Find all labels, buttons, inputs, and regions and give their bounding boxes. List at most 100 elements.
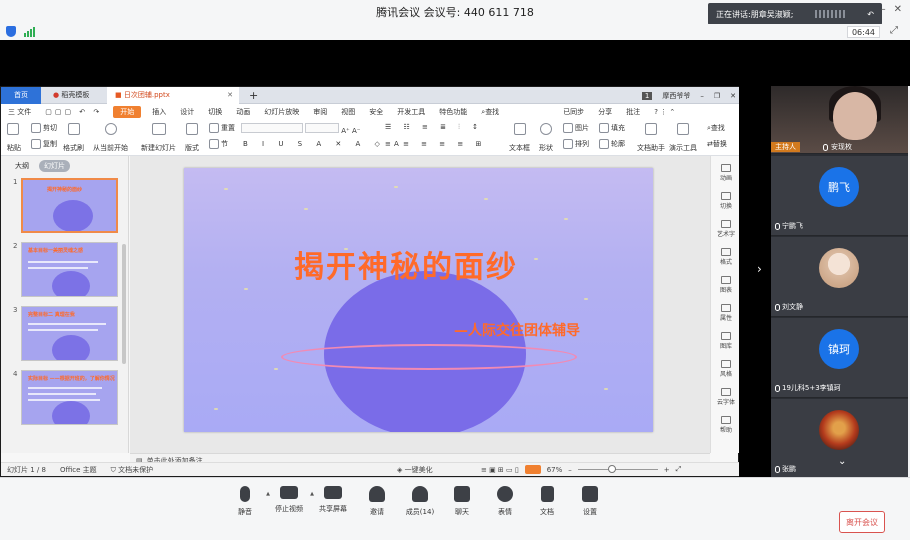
menu-animation[interactable]: 动画 bbox=[229, 104, 257, 120]
minimize-icon[interactable]: – bbox=[881, 4, 886, 15]
protect-status[interactable]: ⛉ 文档未保护 bbox=[111, 465, 153, 475]
menu-search[interactable]: ⌕查找 bbox=[474, 104, 506, 120]
tab-document[interactable]: ■ 日次团辅.pptx ✕ bbox=[107, 87, 239, 104]
tab-daoke[interactable]: ● 稻壳模板 bbox=[45, 87, 105, 104]
outline-button[interactable]: 轮廓 bbox=[599, 139, 625, 149]
font-family-select[interactable]: A⁺ A⁻ bbox=[241, 123, 360, 135]
picture-button[interactable]: 图片 bbox=[563, 123, 589, 133]
settings-button[interactable]: 设置 bbox=[573, 486, 607, 517]
comment-button[interactable]: 批注 bbox=[619, 104, 647, 120]
minimize-icon[interactable]: – bbox=[700, 92, 704, 100]
present-tools-button[interactable]: 演示工具 bbox=[669, 123, 697, 153]
doc-assistant-button[interactable]: 文档助手 bbox=[637, 123, 665, 153]
signal-icon[interactable] bbox=[24, 26, 35, 37]
close-tab-icon[interactable]: ✕ bbox=[227, 87, 233, 104]
current-slide[interactable]: 揭开神秘的面纱 —人际交往团体辅导 bbox=[184, 168, 653, 432]
slide-thumbnail-2[interactable]: 基本目标一美丽灵魂之感 bbox=[21, 242, 118, 297]
invite-button[interactable]: 邀请 bbox=[360, 486, 394, 517]
thumbnail-scrollbar[interactable] bbox=[122, 244, 126, 364]
zoom-slider[interactable] bbox=[577, 465, 658, 473]
play-slideshow-button[interactable] bbox=[524, 465, 541, 474]
copy-button[interactable]: 复制 bbox=[31, 139, 57, 149]
tab-slides[interactable]: 幻灯片 bbox=[39, 160, 70, 172]
view-switcher-icon[interactable]: ≡ ▣ ⊞ ▭ ▯ bbox=[481, 466, 519, 474]
close-icon[interactable]: ✕ bbox=[894, 4, 902, 15]
zoom-level[interactable]: 67% bbox=[547, 466, 563, 474]
menu-file[interactable]: 三 文件 bbox=[1, 104, 38, 120]
participant-tile[interactable]: 鹏飞 宁鹏飞 bbox=[771, 156, 908, 236]
new-tab-button[interactable]: + bbox=[247, 87, 260, 104]
tab-outline[interactable]: 大纲 bbox=[15, 161, 29, 171]
pane-gallery[interactable]: 图库 bbox=[711, 332, 741, 350]
fill-button[interactable]: 填充 bbox=[599, 123, 625, 133]
share-screen-button[interactable]: 共享屏幕 bbox=[316, 486, 350, 514]
members-button[interactable]: 成员(14) bbox=[403, 486, 437, 517]
reset-button[interactable]: 重置 bbox=[209, 123, 235, 133]
font-grow-icon[interactable]: A⁺ A⁻ bbox=[341, 127, 360, 135]
participant-tile[interactable]: 刘文静 bbox=[771, 237, 908, 317]
arrange-button[interactable]: 排列 bbox=[563, 139, 589, 149]
slide-thumbnail-1[interactable]: 揭开神秘的面纱 bbox=[21, 178, 118, 233]
leave-meeting-button[interactable]: 离开会议 bbox=[839, 511, 885, 533]
user-name[interactable]: 摩西爷爷 bbox=[662, 91, 690, 101]
cut-button[interactable]: 剪切 bbox=[31, 123, 57, 133]
menu-review[interactable]: 审阅 bbox=[306, 104, 334, 120]
paste-button[interactable]: 粘贴 bbox=[7, 123, 21, 153]
quick-tools-icon[interactable]: ▢▢▢ ↶ ↷ bbox=[38, 104, 109, 120]
align-tools[interactable]: ≡ ≡ ≡ ≡ ≡ ⊞ bbox=[385, 140, 486, 148]
tab-home[interactable]: 首页 bbox=[1, 87, 41, 104]
slide-thumbnail-3[interactable]: 完整目标二 真理在我 bbox=[21, 306, 118, 361]
layout-button[interactable]: 版式 bbox=[185, 123, 199, 153]
menu-start[interactable]: 开始 bbox=[113, 106, 142, 118]
menu-transition[interactable]: 切换 bbox=[201, 104, 229, 120]
mute-button[interactable]: 静音 bbox=[228, 486, 270, 517]
font-style-tools[interactable]: B I U S A ✕ A ◇ A bbox=[243, 140, 405, 148]
close-icon[interactable]: ✕ bbox=[730, 92, 736, 100]
participant-tile[interactable]: 镇珂 19儿科5+3李镇珂 bbox=[771, 318, 908, 398]
help-icon[interactable]: ? ⋮ ⌃ bbox=[647, 104, 682, 120]
chevron-down-icon[interactable]: ⌄ bbox=[838, 456, 846, 467]
menu-view[interactable]: 视图 bbox=[334, 104, 362, 120]
fit-window-icon[interactable]: ⤢ bbox=[676, 465, 682, 474]
zoom-slider-thumb[interactable] bbox=[607, 465, 616, 473]
pane-animation[interactable]: 动画 bbox=[711, 164, 741, 182]
participant-tile[interactable]: 张鹏 bbox=[771, 399, 908, 479]
pane-transition[interactable]: 切换 bbox=[711, 192, 741, 210]
pane-help[interactable]: 帮助 bbox=[711, 416, 741, 434]
beautify-button[interactable]: ◈ 一键美化 bbox=[397, 465, 433, 475]
menu-features[interactable]: 特色功能 bbox=[432, 104, 474, 120]
chat-button[interactable]: 聊天 bbox=[445, 486, 479, 517]
shield-icon[interactable] bbox=[6, 26, 16, 37]
pane-properties[interactable]: 属性 bbox=[711, 304, 741, 322]
from-current-button[interactable]: 从当前开始 bbox=[93, 123, 128, 153]
slide-thumbnail-4[interactable]: 实际目标 ——根据开班的，了解你情况 bbox=[21, 370, 118, 425]
menu-insert[interactable]: 插入 bbox=[145, 104, 173, 120]
zoom-out-icon[interactable]: – bbox=[568, 466, 572, 474]
stop-video-button[interactable]: 停止视频 bbox=[272, 486, 314, 514]
pane-cloud-font[interactable]: 云字体 bbox=[711, 388, 741, 406]
menu-developer[interactable]: 开发工具 bbox=[390, 104, 432, 120]
zoom-in-icon[interactable]: + bbox=[664, 466, 670, 474]
new-slide-button[interactable]: 新建幻灯片 bbox=[141, 123, 176, 153]
menu-security[interactable]: 安全 bbox=[362, 104, 390, 120]
shape-button[interactable]: 形状 bbox=[539, 123, 553, 153]
menu-design[interactable]: 设计 bbox=[173, 104, 201, 120]
list-tools[interactable]: ☰ ☷ ≡ ≣ ⫶ ↕ bbox=[385, 123, 483, 132]
restore-icon[interactable]: ❐ bbox=[714, 92, 720, 100]
replace-button[interactable]: ⇄替换 bbox=[707, 139, 727, 149]
share-button[interactable]: 分享 bbox=[591, 104, 619, 120]
pane-format[interactable]: 格式 bbox=[711, 248, 741, 266]
participant-host[interactable]: 主持人 安现枚 bbox=[771, 86, 908, 154]
emoji-button[interactable]: 表情 bbox=[488, 486, 522, 517]
menu-slideshow[interactable]: 幻灯片放映 bbox=[257, 104, 306, 120]
format-painter-button[interactable]: 格式刷 bbox=[63, 123, 84, 153]
documents-button[interactable]: 文档 bbox=[530, 486, 564, 517]
pane-wordart[interactable]: 艺术字 bbox=[711, 220, 741, 238]
fullscreen-icon[interactable]: ⤢ bbox=[890, 25, 898, 36]
pane-style[interactable]: 风格 bbox=[711, 360, 741, 378]
find-button[interactable]: ⌕查找 bbox=[707, 123, 725, 133]
reply-icon[interactable]: ↶ bbox=[867, 10, 874, 19]
sync-status[interactable]: 已同步 bbox=[556, 104, 591, 120]
collapse-participants-icon[interactable]: › bbox=[757, 262, 762, 276]
section-button[interactable]: 节 bbox=[209, 139, 228, 149]
